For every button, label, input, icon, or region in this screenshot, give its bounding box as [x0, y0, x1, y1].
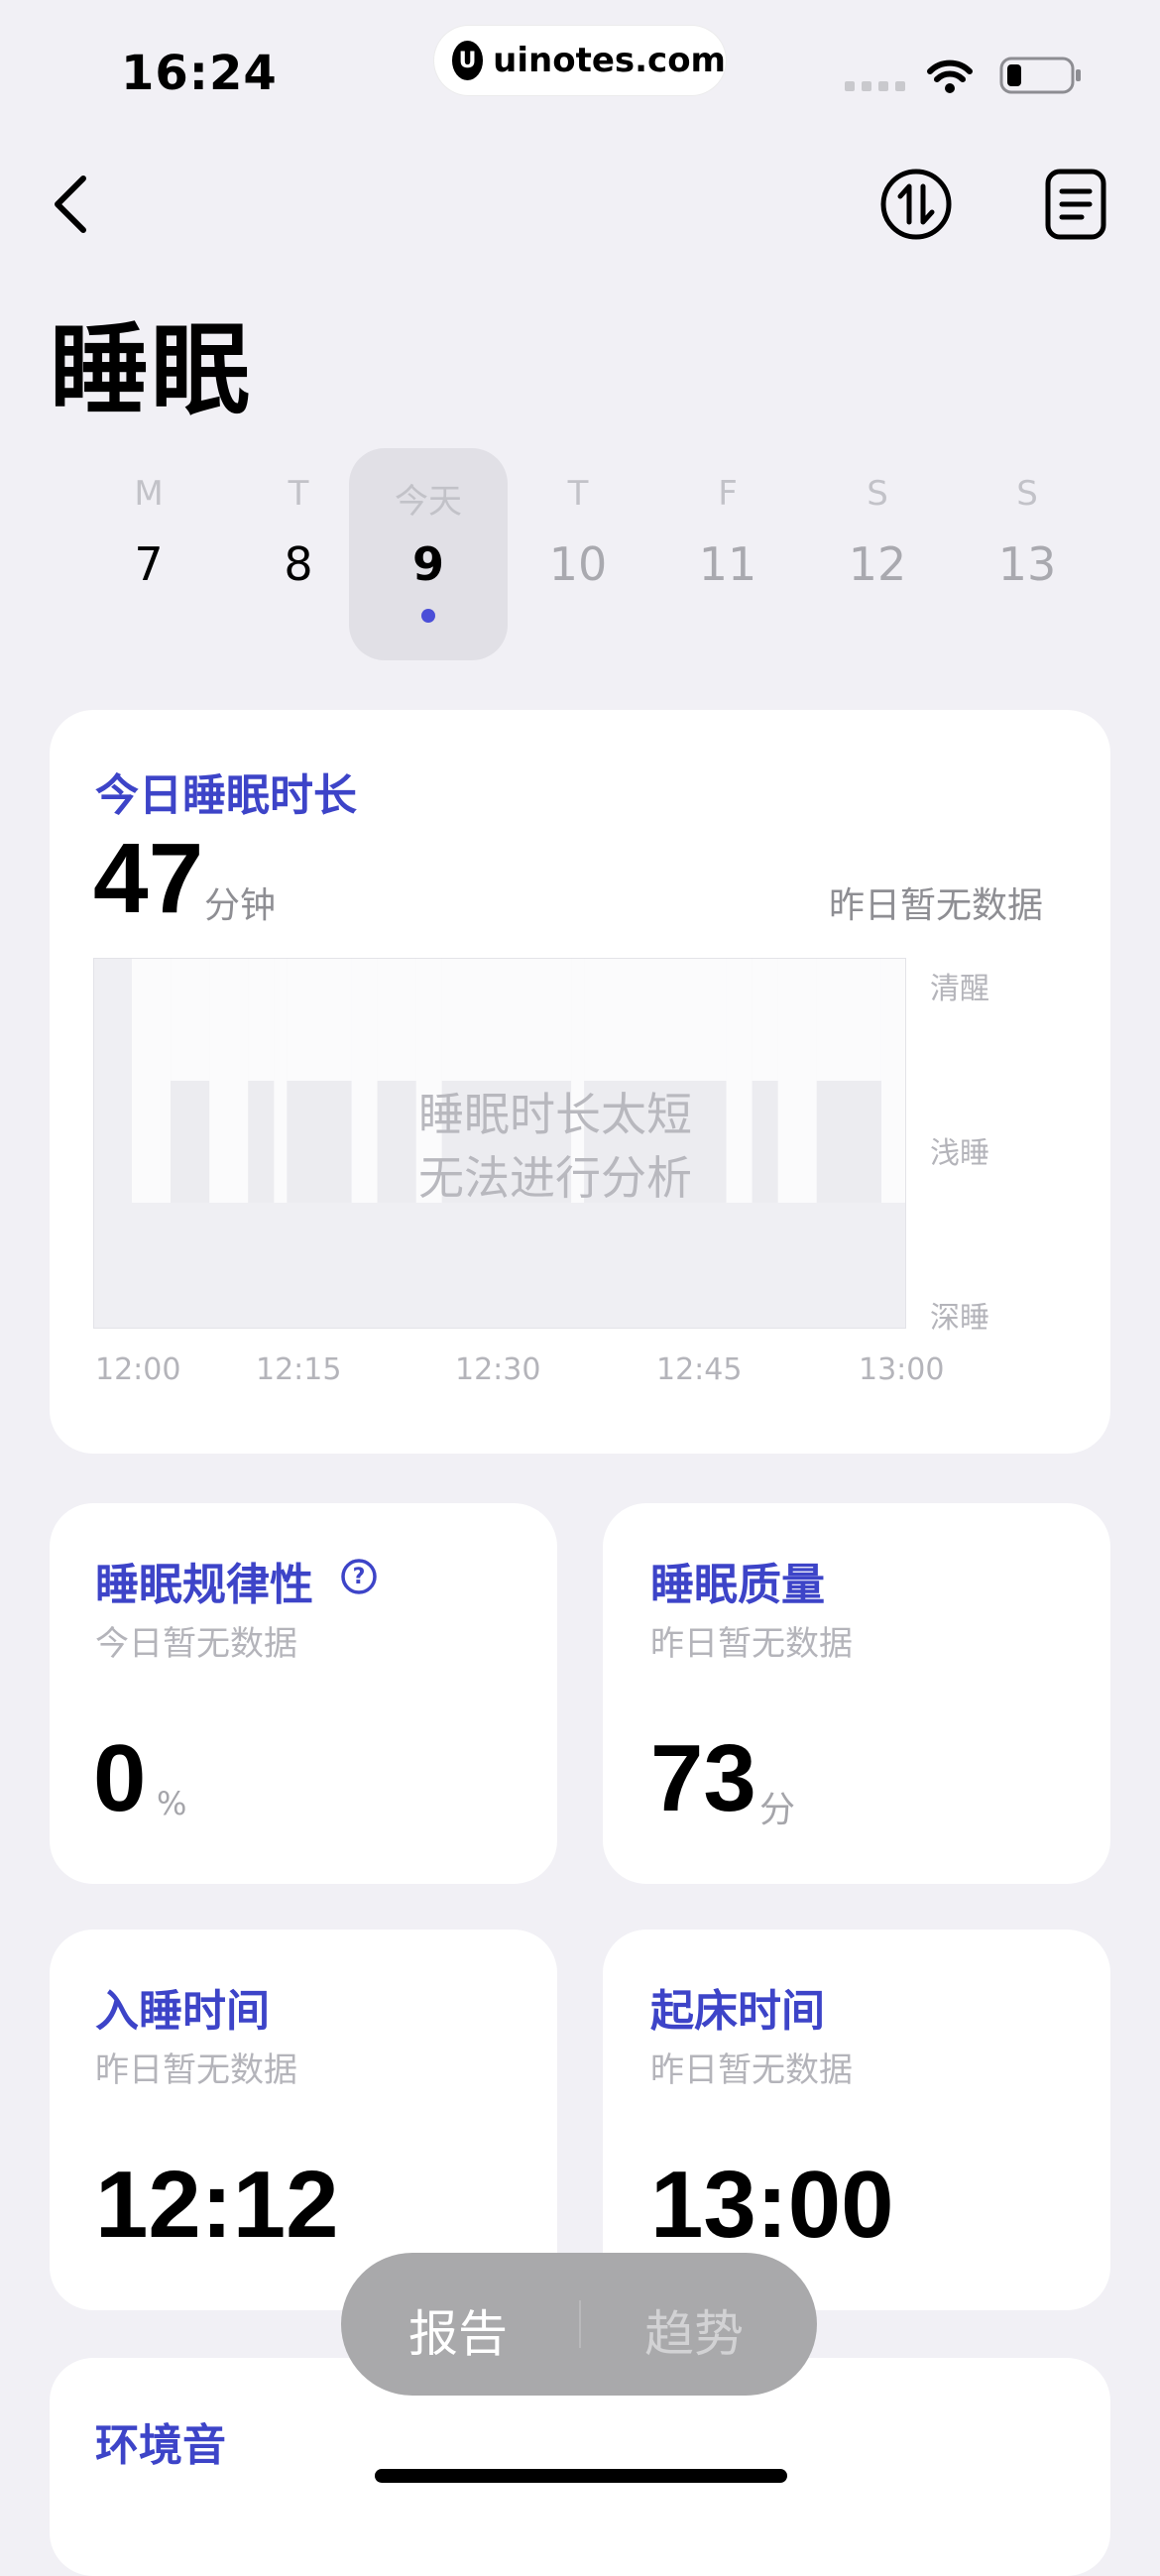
chevron-left-icon: [55, 176, 86, 233]
quality-title: 睡眠质量: [650, 1560, 825, 1610]
ambient-title: 环境音: [95, 2420, 226, 2471]
date-day: 12: [848, 537, 907, 591]
y-label-light: 浅睡: [930, 1136, 989, 1171]
date-weekday: F: [718, 474, 738, 514]
regularity-sub: 今日暂无数据: [95, 1624, 297, 1664]
regularity-unit: %: [157, 1785, 187, 1822]
status-time: 16:24: [121, 46, 278, 101]
date-day: 13: [997, 537, 1057, 591]
x-tick-label: 13:00: [859, 1352, 945, 1387]
bedtime-value: 12:12: [95, 2152, 339, 2258]
date-day: 9: [411, 537, 444, 591]
date-day: 7: [134, 537, 164, 591]
overlay-line-1: 睡眠时长太短: [418, 1088, 692, 1141]
chart-overlay-message: 睡眠时长太短 无法进行分析: [367, 1083, 744, 1210]
duration-unit: 分钟: [204, 885, 277, 926]
quality-unit: 分: [759, 1790, 796, 1830]
quality-value: 73: [650, 1725, 756, 1831]
sort-arrows-icon: [880, 169, 952, 240]
selected-dot-indicator: [421, 609, 435, 623]
tab-trend[interactable]: 趋势: [644, 2294, 744, 2366]
x-tick-label: 12:30: [455, 1352, 541, 1387]
site-logo-icon: U: [452, 41, 484, 80]
segment-divider: [579, 2300, 581, 2348]
home-indicator: [375, 2469, 787, 2483]
date-item[interactable]: S 12: [798, 448, 957, 660]
date-strip: M 7 T 8 今天 9 T 10 F 11 S 12 S 13: [69, 448, 1091, 666]
question-circle-icon[interactable]: ?: [339, 1557, 379, 1596]
date-weekday: S: [867, 474, 888, 514]
back-button[interactable]: [46, 171, 97, 238]
wake-time-value: 13:00: [650, 2152, 894, 2258]
date-item-selected[interactable]: 今天 9: [349, 448, 508, 660]
x-tick-label: 12:45: [656, 1352, 743, 1387]
date-weekday: T: [567, 474, 589, 514]
date-item[interactable]: S 13: [948, 448, 1106, 660]
wake-time-sub: 昨日暂无数据: [650, 2050, 853, 2090]
document-list-icon: [1045, 169, 1106, 240]
date-item[interactable]: T 10: [499, 448, 657, 660]
duration-compare: 昨日暂无数据: [829, 885, 1044, 926]
page-title: 睡眠: [50, 312, 252, 428]
wake-time-title: 起床时间: [650, 1986, 825, 2037]
date-weekday: M: [134, 474, 164, 514]
date-day: 11: [698, 537, 757, 591]
date-item[interactable]: F 11: [648, 448, 807, 660]
duration-value: 47: [93, 823, 204, 934]
tab-report[interactable]: 报告: [408, 2294, 508, 2366]
overlay-line-2: 无法进行分析: [418, 1151, 692, 1205]
y-label-awake: 清醒: [930, 972, 989, 1006]
url-pill[interactable]: U uinotes.com: [434, 26, 726, 95]
battery-icon: [999, 57, 1081, 94]
date-weekday: 今天: [395, 482, 462, 522]
url-text: uinotes.com: [493, 41, 726, 80]
quality-sub: 昨日暂无数据: [650, 1624, 853, 1664]
regularity-value: 0: [93, 1725, 147, 1831]
report-trend-segmented-control: 报告 趋势: [341, 2253, 817, 2396]
y-label-deep: 深睡: [930, 1301, 989, 1336]
report-list-button[interactable]: [1041, 165, 1110, 244]
date-item[interactable]: M 7: [69, 448, 228, 660]
date-weekday: S: [1016, 474, 1038, 514]
swap-button[interactable]: [876, 165, 956, 244]
x-tick-label: 12:15: [256, 1352, 342, 1387]
regularity-title: 睡眠规律性: [95, 1560, 313, 1610]
svg-text:?: ?: [353, 1565, 366, 1589]
bedtime-title: 入睡时间: [95, 1986, 270, 2037]
x-tick-label: 12:00: [95, 1352, 181, 1387]
cellular-signal-icon: [845, 81, 905, 91]
date-day: 10: [548, 537, 608, 591]
wifi-icon: [927, 59, 973, 93]
duration-card-title: 今日睡眠时长: [95, 770, 357, 821]
bedtime-sub: 昨日暂无数据: [95, 2050, 297, 2090]
